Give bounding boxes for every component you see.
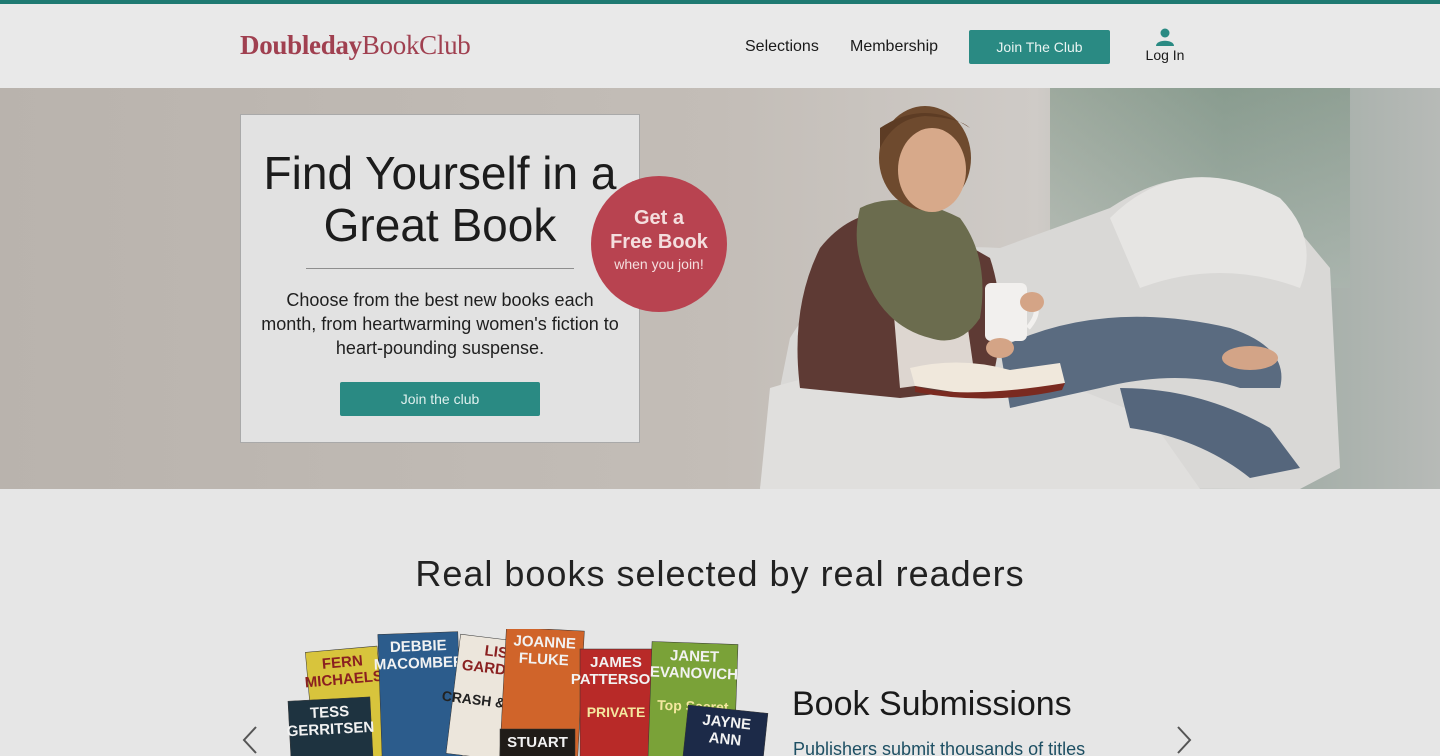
book-author-text: MACOMBER (374, 653, 465, 673)
book-author-text: JANET (670, 647, 720, 666)
book-author-text: TESS (310, 703, 350, 722)
book-cover: JAMESPATTERSON PRIVATE (571, 648, 661, 756)
badge-line1: Get a (633, 207, 685, 229)
logo-doubleday: Doubleday (240, 30, 362, 60)
submissions-text[interactable]: Publishers submit thousands of titles (793, 739, 1085, 756)
site-logo[interactable]: DoubledayBookClub (240, 30, 471, 61)
hero-join-button[interactable]: Join the club (340, 382, 540, 416)
book-author-text: JAMES (590, 654, 642, 671)
hero-photo-reader (0, 88, 1440, 489)
book-title-text: PRIVATE (587, 704, 646, 720)
nav-membership[interactable]: Membership (850, 38, 938, 56)
login-link[interactable]: Log In (1140, 28, 1190, 63)
book-cover: JAYNEANN (681, 704, 769, 756)
hero-banner: Find Yourself in a Great Book Choose fro… (0, 88, 1440, 489)
free-book-badge[interactable]: Get a Free Book when you join! (591, 176, 727, 312)
book-author-text: STUART (507, 734, 568, 751)
person-icon (1156, 28, 1174, 46)
book-author-text: EVANOVICH (650, 663, 739, 683)
badge-line3: when you join! (614, 256, 704, 272)
hero-divider (306, 268, 574, 269)
logo-bookclub: BookClub (361, 30, 471, 60)
hero-headline: Find Yourself in a Great Book (263, 147, 617, 251)
hero-card: Find Yourself in a Great Book Choose fro… (240, 114, 640, 443)
book-cover: TESSGERRITSEN (286, 696, 375, 756)
section-title: Real books selected by real readers (415, 553, 1025, 594)
book-covers-collage: FERNMICHAELSTESSGERRITSENDEBBIEMACOMBERL… (286, 629, 769, 756)
book-author-text: PATTERSON (571, 671, 661, 688)
hero-description: Choose from the best new books each mont… (261, 290, 619, 358)
site-header: DoubledayBookClub Selections Membership … (0, 4, 1440, 88)
login-label: Log In (1145, 47, 1185, 63)
book-cover: STUART (499, 728, 576, 756)
nav-selections[interactable]: Selections (745, 38, 819, 56)
join-club-button[interactable]: Join The Club (969, 30, 1110, 64)
book-author-text: ANN (708, 729, 742, 749)
chevron-right-icon[interactable] (1176, 725, 1192, 755)
badge-line2: Free Book (610, 231, 708, 253)
submissions-title: Book Submissions (792, 685, 1072, 723)
chevron-left-icon[interactable] (242, 725, 258, 755)
selections-section: Real books selected by real readers FERN… (0, 489, 1440, 756)
book-author-text: FLUKE (518, 650, 569, 670)
book-author-text: DEBBIE (390, 637, 447, 656)
